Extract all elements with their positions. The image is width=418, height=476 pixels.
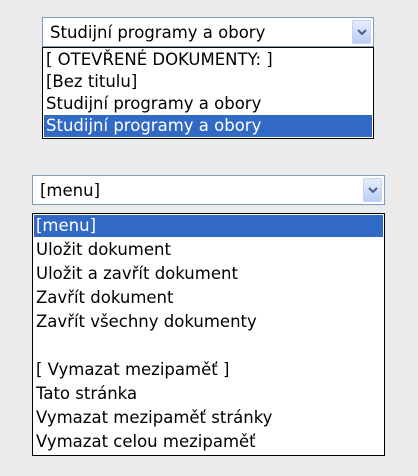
documents-select-value: Studijní programy a obory [50,22,266,42]
menu-option-close-document[interactable]: Zavřít dokument [34,287,383,309]
menu-option-save-document[interactable]: Uložit dokument [34,239,383,261]
documents-option-header[interactable]: [ OTEVŘENÉ DOKUMENTY: ] [44,49,372,71]
menu-option-separator [34,335,383,357]
menu-option-close-all-documents[interactable]: Zavřít všechny dokumenty [34,311,383,333]
documents-option-untitled[interactable]: [Bez titulu] [44,71,372,93]
chevron-down-icon [356,28,367,35]
documents-option-study-programs-selected[interactable]: Studijní programy a obory [44,115,372,137]
chevron-down-icon [367,186,378,193]
documents-option-study-programs[interactable]: Studijní programy a obory [44,93,372,115]
menu-option-clear-page-cache[interactable]: Vymazat mezipaměť stránky [34,407,383,429]
menu-option-clear-cache-header[interactable]: [ Vymazat mezipaměť ] [34,359,383,381]
documents-options-list: [ OTEVŘENÉ DOKUMENTY: ] [Bez titulu] Stu… [42,47,374,139]
menu-dropdown-button[interactable] [363,178,382,202]
menu-option-this-page[interactable]: Tato stránka [34,383,383,405]
documents-select[interactable]: Studijní programy a obory [42,17,374,47]
menu-option-menu[interactable]: [menu] [34,215,383,237]
menu-options-list: [menu] Uložit dokument Uložit a zavřít d… [32,213,385,456]
menu-option-clear-all-cache[interactable]: Vymazat celou mezipaměť [34,431,383,453]
menu-select[interactable]: [menu] [32,175,385,205]
menu-select-value: [menu] [40,180,101,200]
documents-dropdown-button[interactable] [352,20,371,44]
menu-option-save-and-close-document[interactable]: Uložit a zavřít dokument [34,263,383,285]
